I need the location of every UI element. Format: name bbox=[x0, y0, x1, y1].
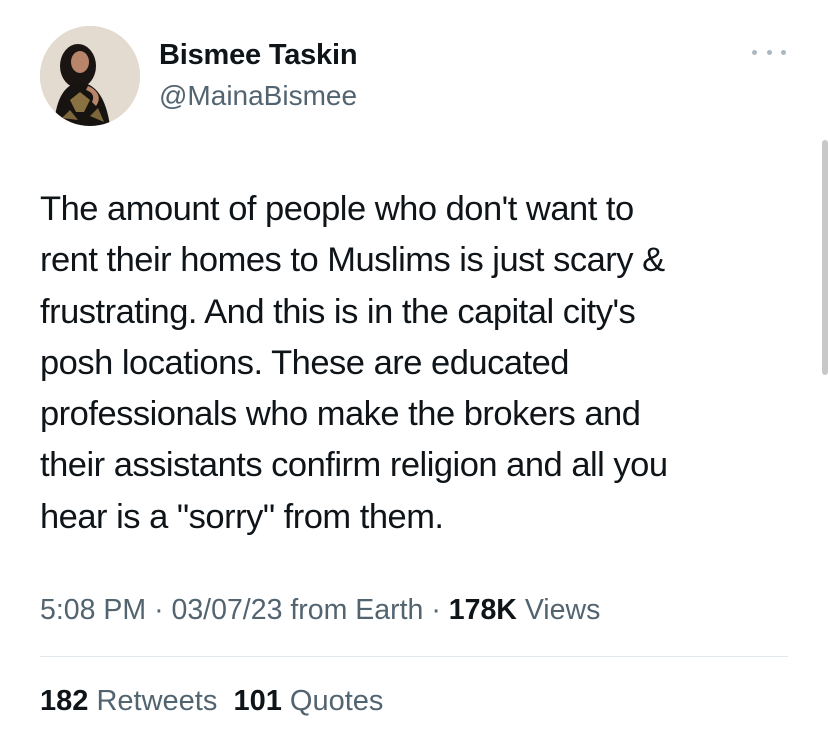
tweet-text-line: their assistants confirm religion and al… bbox=[40, 446, 668, 485]
author-handle[interactable]: @MainaBismee bbox=[159, 79, 357, 113]
more-options-button[interactable] bbox=[752, 42, 786, 62]
tweet-date[interactable]: 03/07/23 bbox=[171, 594, 282, 626]
more-horizontal-icon bbox=[766, 49, 772, 55]
more-horizontal-icon bbox=[781, 49, 786, 55]
avatar-image bbox=[40, 26, 140, 126]
author-display-name[interactable]: Bismee Taskin bbox=[159, 38, 358, 72]
divider bbox=[40, 656, 788, 657]
tweet-text-line: frustrating. And this is in the capital … bbox=[40, 292, 636, 331]
retweets-link[interactable]: 182 Retweets bbox=[40, 685, 217, 717]
tweet-text: The amount of people who don't want to r… bbox=[40, 184, 800, 543]
tweet-source: from Earth bbox=[290, 594, 424, 626]
tweet-stats: 182 Retweets 101 Quotes bbox=[40, 683, 383, 719]
views-link[interactable]: 178K Views bbox=[449, 594, 601, 626]
quotes-count: 101 bbox=[233, 685, 282, 717]
retweets-count: 182 bbox=[40, 685, 89, 717]
separator: · bbox=[431, 594, 441, 626]
views-count: 178K bbox=[448, 594, 517, 626]
tweet-text-line: posh locations. These are educated bbox=[40, 343, 570, 382]
tweet-text-line: professionals who make the brokers and bbox=[40, 395, 641, 434]
tweet-text-line: The amount of people who don't want to bbox=[40, 190, 634, 228]
scrollbar[interactable] bbox=[822, 140, 828, 375]
views-label: Views bbox=[524, 594, 601, 626]
retweets-label: Retweets bbox=[96, 685, 218, 717]
more-horizontal-icon bbox=[752, 49, 757, 55]
quotes-link[interactable]: 101 Quotes bbox=[233, 685, 383, 717]
tweet-card: Bismee Taskin @MainaBismee The amount of… bbox=[0, 0, 828, 742]
tweet-text-line: rent their homes to Muslims is just scar… bbox=[40, 241, 665, 280]
avatar[interactable] bbox=[40, 26, 140, 126]
tweet-metadata: 5:08 PM · 03/07/23 from Earth · 178K Vie… bbox=[40, 592, 600, 628]
quotes-label: Quotes bbox=[289, 685, 384, 717]
tweet-time[interactable]: 5:08 PM bbox=[40, 594, 146, 626]
separator: · bbox=[154, 594, 164, 626]
tweet-text-line: hear is a "sorry" from them. bbox=[40, 497, 444, 536]
